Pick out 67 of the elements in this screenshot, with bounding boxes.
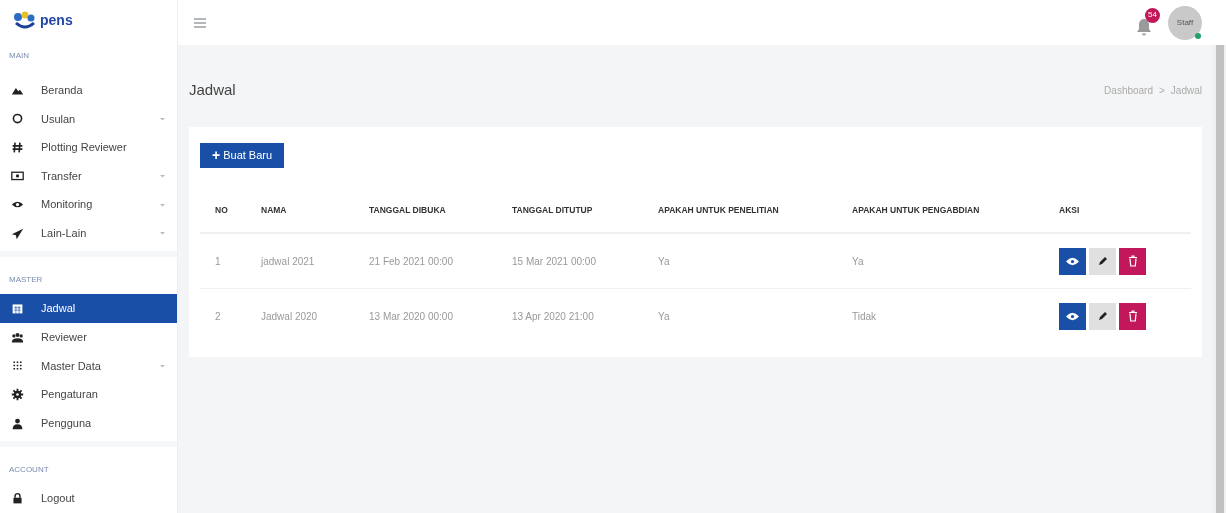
- column-header: NO: [200, 187, 246, 234]
- logo-text: pens: [40, 10, 73, 30]
- edit-button[interactable]: [1089, 302, 1116, 330]
- table-cell: jadwal 2021: [246, 233, 354, 289]
- column-header: TANGGAL DITUTUP: [497, 187, 643, 234]
- notification-button[interactable]: 54: [1136, 9, 1158, 36]
- table-cell: 2: [200, 288, 246, 344]
- sidebar-item[interactable]: Monitoring: [0, 190, 177, 219]
- users-icon: [11, 330, 24, 344]
- sidebar-item[interactable]: Plotting Reviewer: [0, 133, 177, 162]
- pencil-icon: [1097, 311, 1108, 321]
- table-cell: Ya: [837, 233, 1044, 289]
- section-heading: ACCOUNT: [8, 464, 50, 477]
- new-button[interactable]: + Buat Baru: [200, 142, 285, 168]
- sidebar-item[interactable]: Jadwal: [0, 294, 177, 324]
- sidebar-item[interactable]: Pengaturan: [0, 380, 177, 409]
- sidebar-item[interactable]: Transfer: [0, 161, 177, 191]
- breadcrumb-current: Jadwal: [1170, 83, 1202, 98]
- section-heading: MAIN: [8, 49, 30, 62]
- table-cell: 13 Mar 2020 00:00: [354, 288, 497, 344]
- lock-icon: [11, 492, 24, 506]
- sidebar-item[interactable]: Reviewer: [0, 323, 177, 352]
- column-header: NAMA: [246, 187, 354, 234]
- view-button[interactable]: [1059, 247, 1086, 275]
- user-avatar[interactable]: Staff: [1168, 5, 1202, 40]
- pencil-icon: [1097, 256, 1108, 266]
- hash-icon: [11, 140, 24, 154]
- calendar-icon: [11, 302, 24, 316]
- grid-icon: [11, 359, 24, 373]
- sidebar-item[interactable]: Master Data: [0, 351, 177, 381]
- bell-icon: [1136, 17, 1152, 36]
- column-header: APAKAH UNTUK PENGABDIAN: [837, 187, 1044, 234]
- eye-icon: [1066, 256, 1079, 266]
- money-icon: [11, 169, 24, 183]
- eye-icon: [1066, 311, 1079, 321]
- user-icon: [11, 416, 24, 430]
- table-cell: Ya: [643, 233, 837, 289]
- paper-plane-icon: [11, 226, 24, 240]
- gear-icon: [11, 388, 24, 401]
- table-cell: 1: [200, 233, 246, 289]
- section-heading: MASTER: [8, 274, 44, 287]
- scrollbar-thumb[interactable]: [1215, 45, 1224, 513]
- table-cell: 15 Mar 2021 00:00: [497, 233, 643, 289]
- delete-button[interactable]: [1119, 247, 1146, 275]
- sidebar-item[interactable]: Beranda: [0, 75, 177, 105]
- sidebar-item[interactable]: Usulan: [0, 104, 177, 134]
- table-cell: Jadwal 2020: [246, 288, 354, 344]
- table-cell: 13 Apr 2020 21:00: [497, 288, 643, 344]
- breadcrumb-separator: >: [1159, 83, 1165, 98]
- table-cell: 21 Feb 2021 00:00: [354, 233, 497, 289]
- trash-icon: [1127, 255, 1138, 267]
- delete-button[interactable]: [1119, 302, 1146, 330]
- avatar-initials: Staff: [1176, 16, 1194, 29]
- sidebar-item[interactable]: Pengguna: [0, 408, 177, 438]
- edit-button[interactable]: [1089, 247, 1116, 275]
- notification-badge: 54: [1145, 7, 1160, 23]
- column-header: TANGGAL DIBUKA: [354, 187, 497, 234]
- page-title: Jadwal: [189, 80, 236, 100]
- sidebar-item[interactable]: Logout: [0, 484, 177, 513]
- table-cell: Ya: [643, 288, 837, 344]
- column-header: AKSI: [1044, 187, 1191, 234]
- view-button[interactable]: [1059, 302, 1086, 330]
- table-cell: Tidak: [837, 288, 1044, 344]
- sidebar-item[interactable]: Lain-Lain: [0, 218, 177, 248]
- column-header: APAKAH UNTUK PENELITIAN: [643, 187, 837, 234]
- ring-icon: [11, 112, 24, 126]
- trash-icon: [1127, 310, 1138, 322]
